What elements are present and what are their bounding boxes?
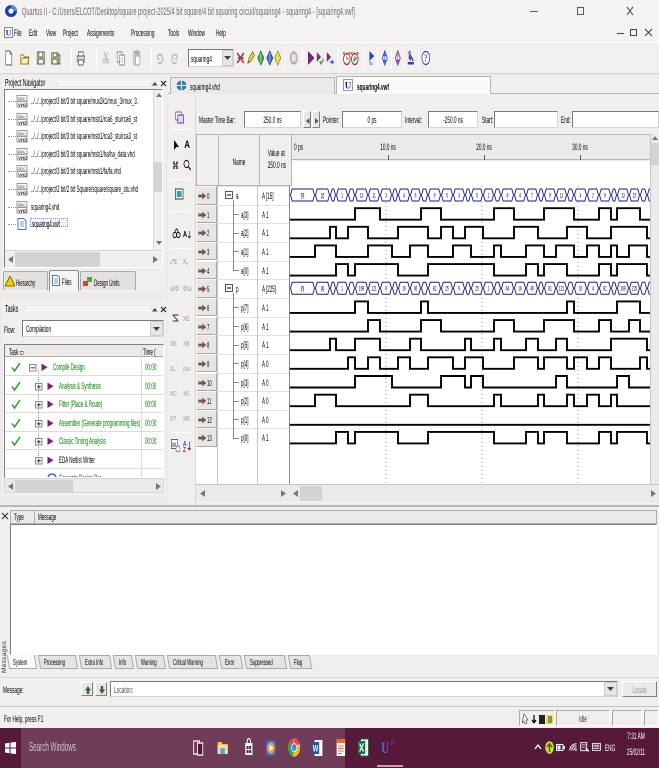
svg-text:DNU: DNU xyxy=(183,366,191,372)
svg-text:?: ? xyxy=(424,53,427,64)
svg-text:5: 5 xyxy=(446,192,448,200)
svg-text:4: 4 xyxy=(519,192,521,200)
svg-text:VHD: VHD xyxy=(18,138,28,143)
svg-text:⎉⎊: ⎉⎊ xyxy=(170,285,179,293)
svg-text:abc: abc xyxy=(18,96,26,101)
svg-text:U: U xyxy=(345,81,352,91)
svg-text:⎊⎉: ⎊⎉ xyxy=(183,285,192,293)
svg-text:⌘: ⌘ xyxy=(172,160,179,172)
svg-text:[4]: [4] xyxy=(321,286,325,294)
svg-text:VHD: VHD xyxy=(18,173,28,178)
svg-text:VHD: VHD xyxy=(18,103,28,108)
svg-text:X₃: X₃ xyxy=(170,366,176,373)
svg-text:[0]: [0] xyxy=(301,192,305,200)
svg-text:36: 36 xyxy=(414,286,418,294)
svg-text:225: 225 xyxy=(632,286,638,294)
svg-text:6: 6 xyxy=(415,192,417,200)
svg-text:A: A xyxy=(184,139,190,150)
svg-text:13: 13 xyxy=(621,192,625,200)
svg-text:VHD: VHD xyxy=(18,191,28,196)
svg-text:⤢E: ⤢E xyxy=(170,258,177,266)
svg-text:16: 16 xyxy=(579,286,583,294)
svg-text:15: 15 xyxy=(633,192,637,200)
svg-text:abc: abc xyxy=(18,202,26,207)
svg-text:Xₓ: Xₓ xyxy=(183,259,189,266)
svg-text:A: A xyxy=(183,231,187,239)
svg-text:XR: XR xyxy=(183,416,190,423)
svg-text:9: 9 xyxy=(549,192,551,200)
svg-text:abc: abc xyxy=(18,131,26,136)
svg-text:49: 49 xyxy=(530,286,534,294)
svg-text:Z: Z xyxy=(183,447,186,452)
svg-text:II: II xyxy=(391,739,394,747)
svg-text:9: 9 xyxy=(604,192,606,200)
svg-text:abc: abc xyxy=(18,184,26,189)
svg-text:3: 3 xyxy=(385,192,387,200)
svg-text:U: U xyxy=(381,739,389,756)
svg-text:1: 1 xyxy=(341,192,343,200)
svg-text:121: 121 xyxy=(371,286,377,294)
svg-text:11: 11 xyxy=(560,192,563,200)
svg-text:8: 8 xyxy=(507,192,509,200)
svg-text:81: 81 xyxy=(548,286,552,294)
svg-text:169: 169 xyxy=(359,286,365,294)
svg-text:[2]: [2] xyxy=(321,192,325,200)
svg-text:abc: abc xyxy=(18,149,26,154)
svg-text:64: 64 xyxy=(506,286,510,294)
svg-text:9: 9 xyxy=(458,286,460,294)
svg-text:XE: XE xyxy=(183,316,190,323)
svg-text:2: 2 xyxy=(592,192,594,200)
svg-text:1: 1 xyxy=(488,192,490,200)
svg-text:3: 3 xyxy=(458,192,460,200)
svg-text:9: 9 xyxy=(434,192,436,200)
svg-text:5: 5 xyxy=(476,192,478,200)
svg-text:7: 7 xyxy=(531,192,533,200)
svg-text:16: 16 xyxy=(402,286,406,294)
svg-text:16: 16 xyxy=(518,286,522,294)
svg-text:[0]: [0] xyxy=(301,286,305,294)
svg-text:XB: XB xyxy=(183,341,190,348)
svg-text:XE: XE xyxy=(170,341,177,348)
svg-text:ns: ns xyxy=(369,61,373,66)
svg-text:121: 121 xyxy=(559,286,565,294)
svg-text:XC: XC xyxy=(170,391,177,398)
svg-text:169: 169 xyxy=(620,286,626,294)
svg-text:25: 25 xyxy=(445,286,449,294)
svg-text:25: 25 xyxy=(475,286,479,294)
svg-text:W: W xyxy=(313,743,319,754)
svg-text:4: 4 xyxy=(403,192,405,200)
svg-text:abc: abc xyxy=(18,114,26,119)
svg-text:VHD: VHD xyxy=(18,209,28,214)
svg-text:X?: X? xyxy=(170,416,177,423)
svg-text:4: 4 xyxy=(592,286,594,294)
svg-text:VHD: VHD xyxy=(18,156,28,161)
svg-text:9: 9 xyxy=(385,286,387,294)
svg-text:1: 1 xyxy=(341,286,343,294)
svg-text:81: 81 xyxy=(603,286,607,294)
svg-text:abc: abc xyxy=(18,166,26,171)
svg-text:U: U xyxy=(6,29,12,38)
svg-text:13: 13 xyxy=(360,192,364,200)
svg-text:81: 81 xyxy=(433,286,437,294)
svg-text:1: 1 xyxy=(488,286,490,294)
svg-text:11: 11 xyxy=(372,192,375,200)
svg-text:X0: X0 xyxy=(183,391,190,398)
svg-text:VHD: VHD xyxy=(18,121,28,126)
svg-text:4: 4 xyxy=(580,192,582,200)
